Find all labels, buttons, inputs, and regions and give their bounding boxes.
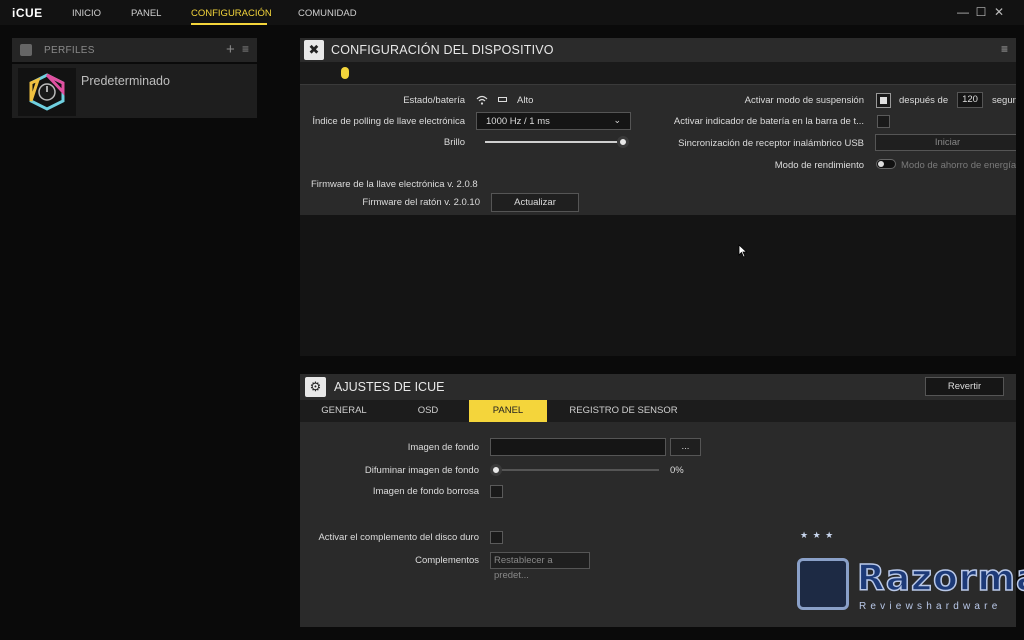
close-icon[interactable]: ✕ xyxy=(993,6,1005,18)
tab-panel[interactable]: PANEL xyxy=(469,400,547,422)
device-lighting-area xyxy=(300,215,1016,356)
performance-value: Modo de ahorro de energía xyxy=(901,160,1016,171)
app-logo: iCUE xyxy=(12,6,43,20)
minimize-icon[interactable]: — xyxy=(957,6,969,18)
hdd-plugin-label: Activar el complemento del disco duro xyxy=(318,532,479,543)
usb-sync-button[interactable]: Iniciar xyxy=(875,134,1016,151)
dongle-firmware: Firmware de la llave electrónica v. 2.0.… xyxy=(311,179,478,190)
monitor-logo-icon xyxy=(797,558,849,610)
bg-image-input[interactable] xyxy=(490,438,666,456)
watermark-subtitle: Reviewshardware xyxy=(859,601,1002,612)
tab-sensor-log[interactable]: REGISTRO DE SENSOR xyxy=(547,400,700,422)
polling-value: 1000 Hz / 1 ms xyxy=(486,116,550,127)
wifi-icon xyxy=(476,95,488,108)
icue-settings-header: ⚙ AJUSTES DE ICUE Revertir xyxy=(300,374,1016,400)
device-settings: Estado/batería Alto Índice de polling de… xyxy=(300,85,1016,215)
profiles-header: PERFILES + ≡ xyxy=(12,38,257,62)
blur-slider-knob[interactable] xyxy=(490,464,502,476)
mouse-cursor-icon xyxy=(738,244,748,261)
hdd-plugin-checkbox[interactable] xyxy=(490,531,503,544)
sleep-seconds-input[interactable]: 120 xyxy=(957,92,983,108)
watermark-stars: ★ ★ ★ xyxy=(800,530,835,540)
mouse-device-icon[interactable] xyxy=(341,67,349,79)
plugins-reset-button[interactable]: Restablecer a predet... xyxy=(490,552,590,581)
usb-sync-label: Sincronización de receptor inalámbrico U… xyxy=(678,138,864,149)
update-button[interactable]: Actualizar xyxy=(491,193,579,212)
battery-indicator-label: Activar indicador de batería en la barra… xyxy=(673,116,864,127)
battery-icon xyxy=(498,97,507,102)
tab-general[interactable]: GENERAL xyxy=(300,400,388,422)
brightness-slider[interactable] xyxy=(485,141,623,143)
nav-configuracion[interactable]: CONFIGURACIÓN xyxy=(191,8,272,19)
settings-tabs: GENERAL OSD PANEL REGISTRO DE SENSOR xyxy=(300,400,1016,422)
device-selector-strip xyxy=(300,62,1016,85)
tools-icon: ✖ xyxy=(304,40,324,60)
plugins-label: Complementos xyxy=(415,555,479,566)
brightness-slider-knob[interactable] xyxy=(617,136,629,148)
profiles-menu-icon[interactable]: ≡ xyxy=(242,42,249,56)
add-profile-icon[interactable]: + xyxy=(226,41,235,58)
device-panel-header: ✖ CONFIGURACIÓN DEL DISPOSITIVO ≡ xyxy=(300,38,1016,62)
device-menu-icon[interactable]: ≡ xyxy=(1001,42,1008,56)
chevron-down-icon: ⌄ xyxy=(613,115,621,125)
polling-label: Índice de polling de llave electrónica xyxy=(312,116,465,127)
blurry-checkbox[interactable] xyxy=(490,485,503,498)
nav-active-indicator xyxy=(191,23,267,25)
seconds-label: segun xyxy=(992,95,1016,106)
device-panel-title: CONFIGURACIÓN DEL DISPOSITIVO xyxy=(331,43,554,57)
battery-indicator-checkbox[interactable] xyxy=(877,115,890,128)
icue-settings-title: AJUSTES DE ICUE xyxy=(334,380,445,394)
sleep-label: Activar modo de suspensión xyxy=(744,95,864,106)
watermark-name: Razorman xyxy=(856,557,1024,600)
blurry-label: Imagen de fondo borrosa xyxy=(372,486,479,497)
nav-panel[interactable]: PANEL xyxy=(131,8,161,19)
blur-label: Difuminar imagen de fondo xyxy=(364,465,479,476)
profile-name: Predeterminado xyxy=(81,74,170,88)
mouse-firmware: Firmware del ratón v. 2.0.10 xyxy=(362,197,480,208)
status-label: Estado/batería xyxy=(403,95,465,106)
corsair-hex-icon xyxy=(29,73,65,111)
bg-image-label: Imagen de fondo xyxy=(407,442,479,453)
maximize-icon[interactable]: ☐ xyxy=(975,6,987,18)
status-value: Alto xyxy=(517,95,534,106)
nav-comunidad[interactable]: COMUNIDAD xyxy=(298,8,357,19)
profiles-title: PERFILES xyxy=(44,45,95,56)
revert-button[interactable]: Revertir xyxy=(925,377,1004,396)
performance-label: Modo de rendimiento xyxy=(774,160,864,171)
blur-value: 0% xyxy=(670,465,684,476)
after-label: después de xyxy=(899,95,949,106)
razorman-watermark: ★ ★ ★ Razorman Reviewshardware xyxy=(795,530,1024,625)
tab-osd[interactable]: OSD xyxy=(388,400,468,422)
nav-inicio[interactable]: INICIO xyxy=(72,8,101,19)
gear-icon: ⚙ xyxy=(305,377,326,397)
title-bar: iCUE INICIO PANEL CONFIGURACIÓN COMUNIDA… xyxy=(0,0,1024,25)
browse-button[interactable]: ... xyxy=(670,438,701,456)
polling-select[interactable]: 1000 Hz / 1 ms ⌄ xyxy=(476,112,631,130)
brightness-label: Brillo xyxy=(443,137,465,148)
performance-toggle[interactable] xyxy=(876,159,896,169)
profile-picture xyxy=(18,68,76,116)
sleep-checkbox[interactable] xyxy=(876,93,891,108)
profiles-icon xyxy=(20,44,32,56)
profile-item[interactable]: Predeterminado xyxy=(12,64,257,118)
panel-separator xyxy=(300,356,1016,374)
blur-slider[interactable] xyxy=(496,469,659,471)
